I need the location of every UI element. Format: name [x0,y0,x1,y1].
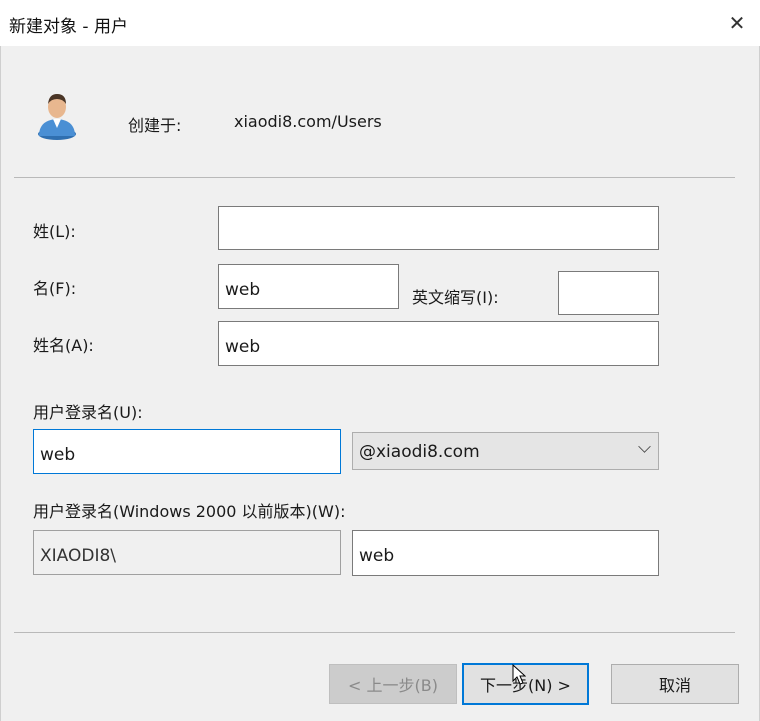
mouse-cursor-icon [512,664,526,685]
last-name-label: 姓(L): [33,222,76,241]
chevron-down-icon [638,440,651,453]
cancel-button-label: 取消 [658,676,691,695]
window-title: 新建对象 - 用户 [9,17,128,37]
cancel-button[interactable]: 取消 [611,664,739,704]
created-in-value: xiaodi8.com/Users [234,112,382,131]
first-name-label: 名(F): [33,279,77,298]
pre2000-logon-label: 用户登录名(Windows 2000 以前版本)(W): [33,502,346,521]
pre2000-logon-input[interactable] [352,530,659,576]
window-border-left [0,46,1,721]
logon-name-input[interactable] [33,429,341,474]
full-name-label: 姓名(A): [33,336,94,355]
first-name-input[interactable] [218,264,399,309]
domain-suffix-value: @xiaodi8.com [359,442,480,462]
domain-suffix-select[interactable]: @xiaodi8.com [352,432,659,470]
back-button[interactable]: < 上一步(B) [329,664,457,704]
initials-label: 英文缩写(I): [412,288,499,307]
created-in-label: 创建于: [128,116,182,135]
separator-bottom [14,632,735,633]
back-button-label: < 上一步(B) [348,676,438,695]
close-icon[interactable]: ✕ [714,0,760,46]
logon-name-label: 用户登录名(U): [33,403,143,422]
title-bar: 新建对象 - 用户 ✕ [0,0,760,46]
user-icon [38,94,76,140]
last-name-input[interactable] [218,206,659,250]
pre2000-domain-field [33,530,341,575]
initials-input[interactable] [558,271,659,315]
separator-top [14,177,735,178]
full-name-input[interactable] [218,321,659,366]
